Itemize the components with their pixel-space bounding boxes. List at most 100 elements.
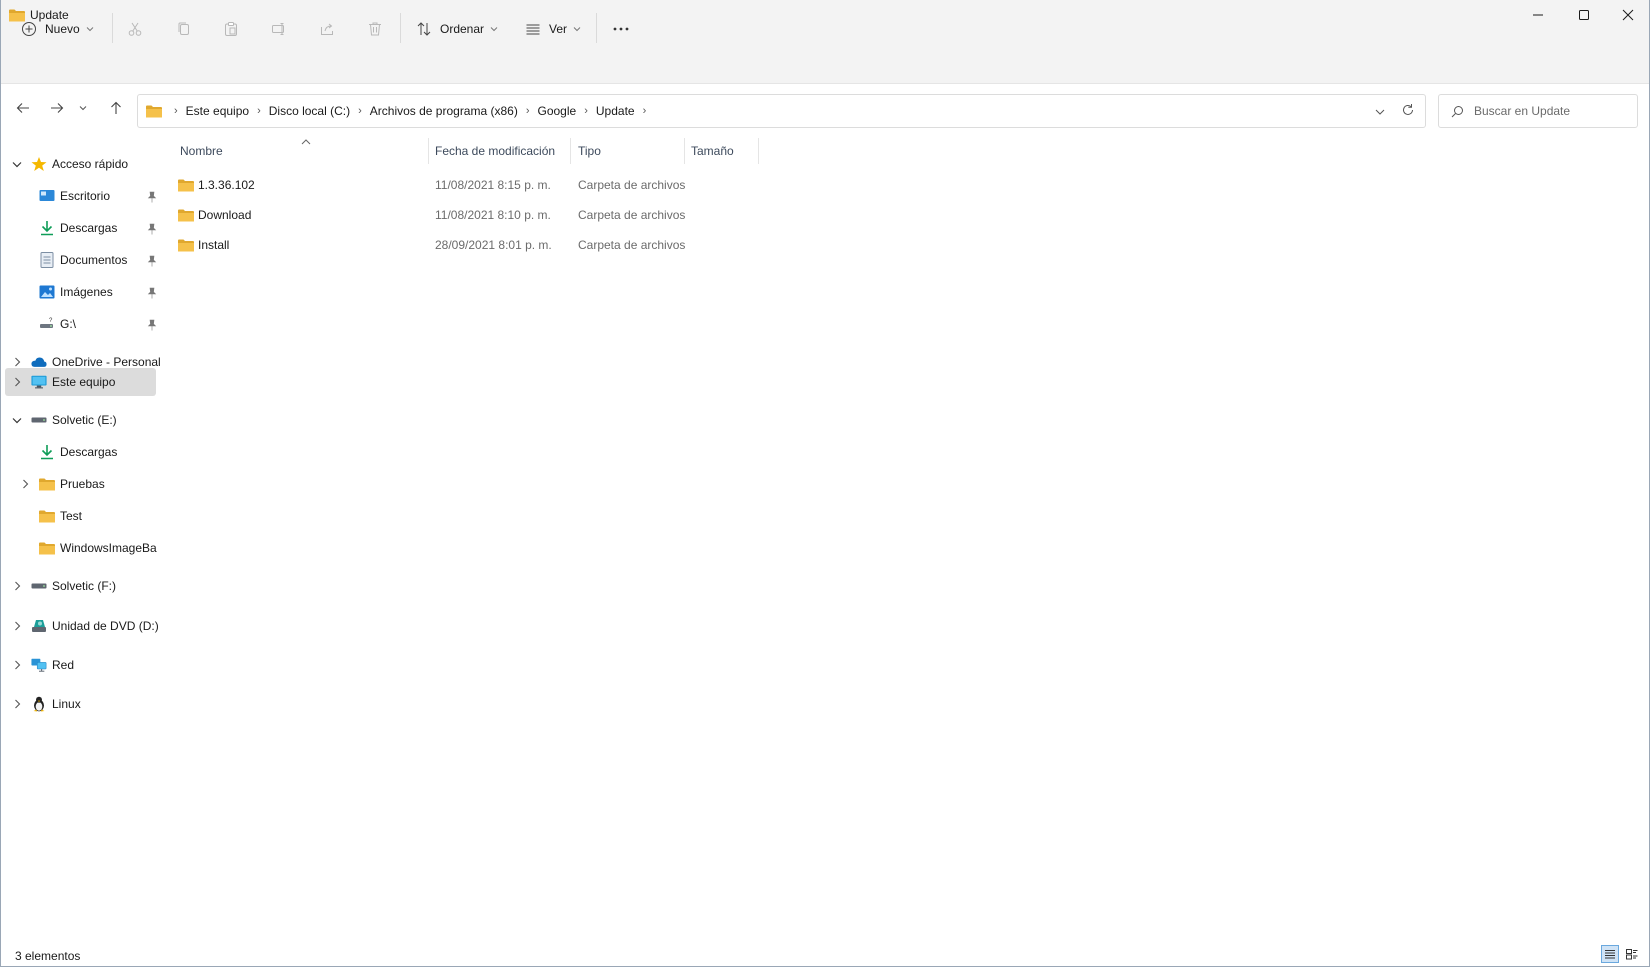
- svg-text:?: ?: [49, 318, 53, 324]
- cut-icon: [128, 22, 142, 36]
- view-button[interactable]: Ver: [525, 14, 581, 44]
- nav-item-drive-f[interactable]: Solvetic (F:): [5, 572, 155, 600]
- new-button[interactable]: Nuevo: [21, 14, 94, 44]
- new-label: Nuevo: [45, 22, 80, 36]
- paste-icon: [225, 22, 237, 36]
- nav-item-pruebas[interactable]: Pruebas: [5, 470, 155, 498]
- tiles-view-button[interactable]: [1623, 945, 1641, 963]
- nav-item-drive-e[interactable]: Solvetic (E:): [5, 406, 155, 434]
- chevron-right-icon[interactable]: [11, 620, 23, 632]
- breadcrumb-item[interactable]: Google: [534, 104, 581, 118]
- nav-item-dvd-drive[interactable]: Unidad de DVD (D:): [5, 612, 159, 640]
- recent-locations-button[interactable]: [74, 95, 92, 121]
- column-divider[interactable]: [758, 138, 759, 164]
- breadcrumb-item[interactable]: Update: [592, 104, 639, 118]
- chevron-right-icon[interactable]: [11, 356, 23, 368]
- toolbar-divider: [596, 13, 597, 43]
- breadcrumb-item[interactable]: Este equipo: [182, 104, 253, 118]
- column-header-modified[interactable]: Fecha de modificación: [435, 134, 565, 168]
- nav-item-g-drive[interactable]: ? G:\: [5, 310, 157, 338]
- nav-item-label: Linux: [52, 697, 81, 711]
- chevron-down-icon[interactable]: [11, 158, 23, 170]
- cut-button[interactable]: [127, 14, 143, 44]
- share-button[interactable]: [319, 14, 335, 44]
- toolbar-divider: [112, 13, 113, 43]
- column-divider[interactable]: [684, 138, 685, 164]
- nav-item-desktop[interactable]: Escritorio: [5, 182, 157, 210]
- nav-item-label: OneDrive - Personal: [52, 355, 160, 369]
- forward-button[interactable]: [44, 95, 70, 121]
- copy-button[interactable]: [176, 14, 192, 44]
- up-button[interactable]: [103, 95, 129, 121]
- file-explorer-window: Update Nuevo Ordenar Ver › Este equipo ›…: [0, 0, 1650, 967]
- more-options-button[interactable]: [612, 14, 630, 44]
- chevron-right-icon[interactable]: [11, 659, 23, 671]
- nav-item-downloads[interactable]: Descargas: [5, 214, 157, 242]
- command-bar: [1, 30, 1649, 84]
- nav-item-linux[interactable]: Linux: [5, 690, 155, 718]
- nav-item-label: Red: [52, 658, 75, 672]
- nav-item-label: Acceso rápido: [52, 157, 129, 171]
- drive-icon: [31, 412, 47, 428]
- nav-item-documents[interactable]: Documentos: [5, 246, 157, 274]
- breadcrumb: › Este equipo › Disco local (C:) › Archi…: [170, 104, 650, 118]
- address-bar[interactable]: › Este equipo › Disco local (C:) › Archi…: [137, 94, 1426, 128]
- breadcrumb-separator-icon: ›: [358, 105, 362, 117]
- nav-item-windowsimagebackup[interactable]: WindowsImageBa: [5, 534, 157, 562]
- file-modified: 11/08/2021 8:10 p. m.: [435, 208, 551, 222]
- maximize-button[interactable]: [1561, 0, 1607, 30]
- nav-item-quick-access[interactable]: Acceso rápido: [5, 150, 155, 178]
- column-header-name[interactable]: Nombre: [180, 134, 430, 168]
- drive-icon: [31, 578, 47, 594]
- file-list: Nombre Fecha de modificación Tipo Tamaño…: [171, 134, 1641, 934]
- toolbar-divider: [400, 13, 401, 43]
- chevron-right-icon[interactable]: [11, 376, 23, 388]
- chevron-right-icon[interactable]: [11, 698, 23, 710]
- nav-item-network[interactable]: Red: [5, 651, 155, 679]
- chevron-down-icon: [573, 27, 581, 32]
- sort-button[interactable]: Ordenar: [416, 14, 498, 44]
- file-type: Carpeta de archivos: [578, 238, 686, 252]
- nav-item-label: Imágenes: [60, 285, 113, 299]
- chevron-right-icon[interactable]: [11, 580, 23, 592]
- arrow-up-icon: [111, 101, 121, 114]
- chevron-down-icon[interactable]: [11, 414, 23, 426]
- delete-button[interactable]: [367, 14, 383, 44]
- chevron-right-icon[interactable]: [19, 478, 31, 490]
- column-divider[interactable]: [570, 138, 571, 164]
- column-header-size[interactable]: Tamaño: [691, 134, 761, 168]
- folder-icon: [39, 476, 55, 492]
- paste-button[interactable]: [223, 14, 239, 44]
- nav-item-test[interactable]: Test: [5, 502, 155, 530]
- back-button[interactable]: [10, 95, 36, 121]
- breadcrumb-item[interactable]: Archivos de programa (x86): [366, 104, 522, 118]
- breadcrumb-separator-icon: ›: [257, 105, 261, 117]
- details-view-icon: [1605, 950, 1615, 959]
- breadcrumb-item[interactable]: Disco local (C:): [265, 104, 354, 118]
- search-input[interactable]: [1474, 104, 1634, 118]
- title-bar[interactable]: Update: [1, 0, 1649, 30]
- rename-button[interactable]: [271, 14, 287, 44]
- network-drive-icon: ?: [39, 316, 55, 332]
- file-name: 1.3.36.102: [198, 178, 255, 192]
- nav-item-pictures[interactable]: Imágenes: [5, 278, 157, 306]
- maximize-icon: [1579, 10, 1589, 20]
- table-row[interactable]: 1.3.36.102 11/08/2021 8:15 p. m. Carpeta…: [171, 170, 771, 200]
- nav-item-this-pc[interactable]: Este equipo: [5, 368, 156, 396]
- table-row[interactable]: Install 28/09/2021 8:01 p. m. Carpeta de…: [171, 230, 771, 260]
- search-box[interactable]: [1438, 94, 1638, 128]
- nav-item-e-downloads[interactable]: Descargas: [5, 438, 155, 466]
- refresh-button[interactable]: [1401, 103, 1415, 120]
- column-divider[interactable]: [428, 138, 429, 164]
- table-row[interactable]: Download 11/08/2021 8:10 p. m. Carpeta d…: [171, 200, 771, 230]
- nav-item-label: Este equipo: [52, 375, 116, 389]
- column-header-type[interactable]: Tipo: [578, 134, 688, 168]
- document-icon: [39, 252, 55, 268]
- sort-icon: [417, 22, 431, 36]
- minimize-button[interactable]: [1515, 0, 1561, 30]
- details-view-button[interactable]: [1601, 945, 1619, 963]
- navigation-pane: Acceso rápido Escritorio Descargas Docum…: [1, 140, 161, 940]
- address-history-button[interactable]: [1375, 105, 1385, 119]
- close-button[interactable]: [1605, 0, 1650, 30]
- file-modified: 28/09/2021 8:01 p. m.: [435, 238, 552, 252]
